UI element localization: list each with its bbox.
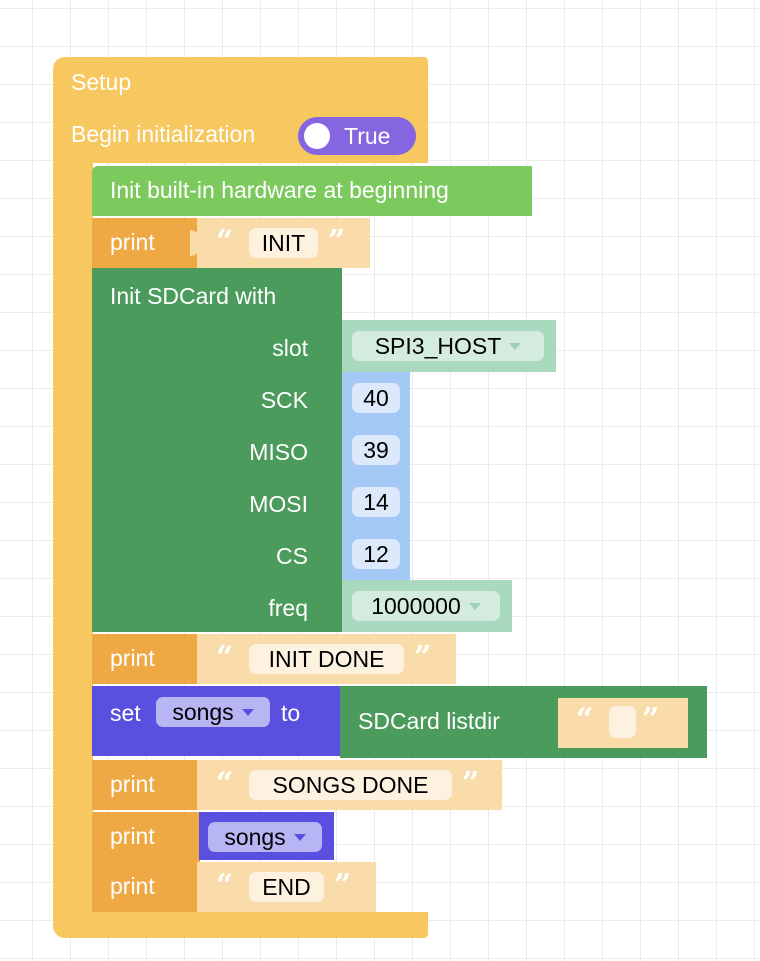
- print-label: print: [110, 229, 155, 255]
- setup-block-arm: [53, 160, 93, 920]
- quote-close-icon: ”: [642, 702, 660, 737]
- init-hardware-label: Init built-in hardware at beginning: [110, 177, 449, 203]
- chevron-down-icon: [241, 708, 254, 716]
- quote-open-icon: “: [576, 702, 594, 737]
- to-label: to: [281, 700, 301, 726]
- sck-label: SCK: [260, 387, 308, 413]
- begin-init-toggle[interactable]: True: [298, 117, 416, 155]
- listdir-path-field[interactable]: [609, 706, 636, 738]
- print-block-songs[interactable]: print songs: [92, 812, 336, 862]
- sdcard-title: Init SDCard with: [110, 283, 277, 309]
- variable-name: songs: [172, 698, 234, 725]
- freq-value: 1000000: [371, 592, 461, 619]
- quote-close-icon: ”: [328, 224, 346, 259]
- variable-dropdown[interactable]: songs: [156, 697, 270, 727]
- string-field[interactable]: INIT: [249, 228, 318, 258]
- quote-close-icon: ”: [334, 868, 352, 903]
- quote-close-icon: ”: [462, 766, 480, 801]
- freq-label: freq: [268, 595, 308, 621]
- init-hardware-block[interactable]: Init built-in hardware at beginning: [92, 166, 532, 216]
- freq-dropdown[interactable]: 1000000: [352, 591, 500, 621]
- cs-field[interactable]: 12: [352, 539, 400, 569]
- sdcard-listdir-block[interactable]: SDCard listdir “ ”: [340, 686, 707, 758]
- setup-title: Setup: [71, 69, 132, 95]
- begin-init-label: Begin initialization: [71, 121, 256, 147]
- print-block-init[interactable]: print “ INIT ”: [92, 218, 372, 268]
- slot-value: SPI3_HOST: [374, 332, 502, 359]
- slot-dropdown[interactable]: SPI3_HOST: [352, 331, 544, 361]
- chevron-down-icon: [293, 833, 306, 841]
- print-label: print: [110, 645, 155, 671]
- quote-open-icon: “: [216, 224, 234, 259]
- variable-name: songs: [224, 823, 286, 850]
- string-field[interactable]: SONGS DONE: [249, 770, 452, 800]
- string-field[interactable]: INIT DONE: [249, 644, 404, 674]
- miso-label: MISO: [249, 439, 308, 465]
- toggle-value: True: [344, 123, 391, 149]
- print-label: print: [110, 771, 155, 797]
- mosi-label: MOSI: [249, 491, 308, 517]
- listdir-label: SDCard listdir: [358, 708, 500, 734]
- print-block-end[interactable]: print “ END ”: [92, 862, 378, 912]
- quote-open-icon: “: [216, 640, 234, 675]
- set-label: set: [110, 700, 141, 726]
- chevron-down-icon: [509, 342, 522, 350]
- print-label: print: [110, 873, 155, 899]
- setup-block-bottom: [53, 912, 428, 938]
- print-label: print: [110, 823, 155, 849]
- slot-label: slot: [272, 335, 308, 361]
- quote-open-icon: “: [216, 868, 234, 903]
- print-block-init-done[interactable]: print “ INIT DONE ”: [92, 634, 458, 684]
- print-block-songs-done[interactable]: print “ SONGS DONE ”: [92, 760, 504, 810]
- chevron-down-icon: [468, 602, 481, 610]
- mosi-field[interactable]: 14: [352, 487, 400, 517]
- quote-open-icon: “: [216, 766, 234, 801]
- set-variable-block[interactable]: set songs to: [92, 686, 342, 756]
- quote-close-icon: ”: [414, 640, 432, 675]
- sck-field[interactable]: 40: [352, 383, 400, 413]
- cs-label: CS: [276, 543, 308, 569]
- init-sdcard-block[interactable]: Init SDCard with slot SCK MISO MOSI CS f…: [92, 268, 342, 632]
- variable-dropdown[interactable]: songs: [208, 822, 322, 852]
- string-field[interactable]: END: [249, 872, 324, 902]
- toggle-knob-icon: [304, 123, 330, 149]
- miso-field[interactable]: 39: [352, 435, 400, 465]
